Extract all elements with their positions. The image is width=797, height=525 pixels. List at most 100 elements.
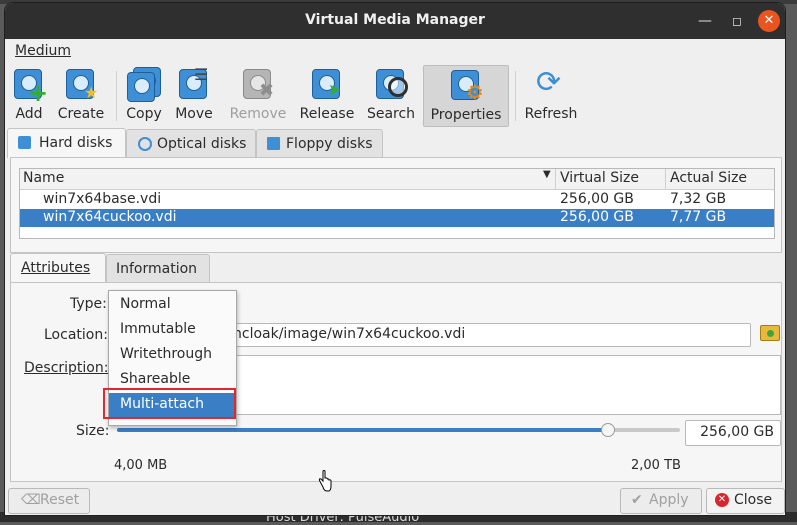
type-option-immutable[interactable]: Immutable: [109, 318, 236, 342]
media-table: Name ▼ Virtual Size Actual Size win7x64b…: [19, 168, 775, 239]
floppy-disk-icon: [267, 137, 280, 150]
table-row-selected[interactable]: win7x64cuckoo.vdi 256,00 GB 7,77 GB: [20, 209, 774, 227]
sort-chevron-down-icon: ▼: [543, 169, 551, 180]
hand-cursor-icon: [318, 470, 332, 492]
add-button[interactable]: + Add: [8, 65, 50, 125]
copy-label: Copy: [126, 106, 162, 122]
checkmark-icon: ✔: [631, 492, 643, 508]
size-slider[interactable]: [117, 423, 680, 437]
refresh-button[interactable]: ⟳ Refresh: [521, 65, 581, 125]
table-row[interactable]: win7x64base.vdi 256,00 GB 7,32 GB: [20, 191, 774, 209]
column-divider: [555, 169, 556, 189]
move-button[interactable]: ☰ Move: [173, 65, 215, 125]
cell-virtual-size: 256,00 GB: [560, 191, 634, 207]
tab-attributes-label: Attributes: [21, 260, 91, 276]
reset-icon: ⌫: [21, 492, 41, 508]
title-bar[interactable]: Virtual Media Manager — ◻ ✕: [5, 3, 785, 39]
column-virtual-size-header[interactable]: Virtual Size: [560, 170, 639, 186]
size-min-label: 4,00 MB: [114, 458, 168, 473]
cell-actual-size: 7,32 GB: [670, 191, 727, 207]
size-value: 256,00 GB: [700, 424, 774, 440]
tab-hard-disks[interactable]: Hard disks: [7, 128, 126, 158]
description-label: Description:: [24, 360, 109, 376]
tab-hard-disks-label: Hard disks: [39, 135, 113, 151]
create-disk-icon: ★: [64, 67, 98, 102]
cell-name: win7x64base.vdi: [43, 191, 162, 207]
virtual-media-manager-window: Virtual Media Manager — ◻ ✕ Medium + Add…: [5, 3, 785, 515]
size-field[interactable]: 256,00 GB: [685, 420, 781, 446]
properties-label: Properties: [430, 107, 502, 123]
search-disk-icon: [374, 67, 408, 101]
apply-label: Apply: [649, 492, 689, 508]
toolbar: + Add ★ Create Copy ☰ Move ✖ Remove ➤ Re…: [5, 63, 785, 127]
window-title: Virtual Media Manager: [305, 12, 485, 28]
properties-button[interactable]: ⚙ Properties: [423, 65, 509, 127]
release-disk-icon: ➤: [310, 67, 344, 101]
copy-disk-icon: [127, 67, 161, 102]
table-header: Name ▼ Virtual Size Actual Size: [20, 169, 774, 190]
cell-virtual-size: 256,00 GB: [560, 209, 634, 225]
reset-label: Reset: [40, 492, 80, 508]
refresh-icon: ⟳: [536, 65, 562, 100]
size-slider-fill: [117, 428, 607, 432]
close-icon: ✕: [715, 493, 729, 507]
menu-medium[interactable]: Medium: [15, 43, 71, 59]
location-field[interactable]: ncloak/image/win7x64cuckoo.vdi: [226, 323, 751, 347]
maximize-icon[interactable]: ◻: [725, 9, 749, 33]
tab-floppy-disks-label: Floppy disks: [286, 136, 373, 152]
search-label: Search: [366, 106, 416, 122]
menu-medium-label: Medium: [15, 43, 71, 59]
remove-button[interactable]: ✖ Remove: [228, 65, 288, 125]
remove-label: Remove: [229, 106, 287, 122]
release-button[interactable]: ➤ Release: [297, 65, 357, 125]
remove-disk-icon: ✖: [241, 67, 275, 101]
hard-disks-pane: Name ▼ Virtual Size Actual Size win7x64b…: [10, 157, 782, 253]
apply-button[interactable]: ✔ Apply: [620, 488, 702, 514]
reset-button[interactable]: ⌫ Reset: [8, 488, 90, 514]
location-label: Location:: [44, 327, 108, 343]
size-max-label: 2,00 TB: [631, 458, 681, 473]
close-window-icon[interactable]: ✕: [758, 10, 780, 32]
close-button[interactable]: ✕ Close: [706, 488, 785, 514]
description-field[interactable]: [226, 355, 781, 415]
type-option-label: Writethrough: [120, 346, 212, 362]
optical-disk-icon: [138, 137, 152, 151]
minimize-icon[interactable]: —: [693, 9, 717, 33]
hard-disk-icon: [18, 136, 31, 149]
type-option-label: Shareable: [120, 371, 191, 387]
menu-bar: Medium: [5, 39, 785, 63]
highlight-annotation-box: [103, 388, 236, 419]
tab-floppy-disks[interactable]: Floppy disks: [256, 129, 383, 157]
location-value: ncloak/image/win7x64cuckoo.vdi: [233, 326, 466, 342]
add-disk-icon: +: [12, 67, 48, 107]
search-button[interactable]: Search: [365, 65, 417, 125]
type-option-normal[interactable]: Normal: [109, 293, 236, 317]
tab-information[interactable]: Information: [106, 254, 210, 282]
refresh-label: Refresh: [524, 106, 578, 122]
type-option-writethrough[interactable]: Writethrough: [109, 343, 236, 367]
add-label: Add: [15, 106, 43, 122]
move-disk-icon: ☰: [177, 65, 211, 101]
folder-icon[interactable]: [760, 325, 780, 341]
cell-actual-size: 7,77 GB: [670, 209, 727, 225]
properties-disk-icon: ⚙: [449, 68, 484, 104]
move-label: Move: [175, 106, 213, 122]
size-slider-handle[interactable]: [600, 423, 615, 437]
create-button[interactable]: ★ Create: [55, 65, 107, 125]
release-label: Release: [299, 106, 355, 122]
tab-optical-disks[interactable]: Optical disks: [126, 129, 256, 157]
toolbar-separator: [116, 71, 117, 121]
column-actual-size-header[interactable]: Actual Size: [670, 170, 747, 186]
toolbar-separator: [515, 71, 516, 121]
cell-name: win7x64cuckoo.vdi: [43, 209, 177, 225]
create-label: Create: [57, 106, 105, 122]
type-label: Type:: [70, 296, 107, 312]
column-name-header[interactable]: Name: [23, 170, 64, 186]
close-label: Close: [734, 492, 773, 508]
type-option-label: Normal: [120, 296, 171, 312]
column-divider: [665, 169, 666, 189]
tab-optical-disks-label: Optical disks: [157, 136, 247, 152]
size-label: Size:: [76, 423, 110, 439]
copy-button[interactable]: Copy: [123, 65, 165, 125]
tab-attributes[interactable]: Attributes: [10, 253, 106, 283]
